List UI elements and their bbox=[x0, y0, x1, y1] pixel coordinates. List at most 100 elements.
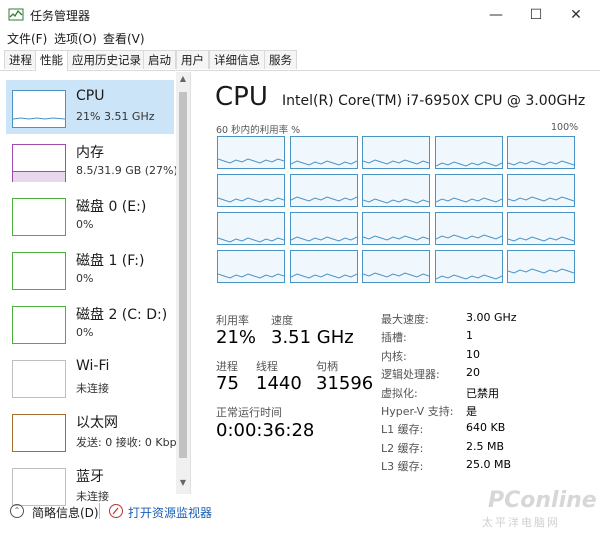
cpu-core-graph bbox=[217, 174, 285, 207]
sidebar-item-label: 以太网 bbox=[76, 415, 118, 431]
cpu-core-graph bbox=[290, 212, 358, 245]
spec-label: L1 缓存: bbox=[381, 423, 424, 437]
sidebar-item-value: 8.5/31.9 GB (27%) bbox=[76, 164, 178, 177]
sidebar-item-label: 内存 bbox=[76, 145, 104, 161]
sidebar-item-label: 磁盘 1 (F:) bbox=[76, 253, 145, 269]
pconline-watermark-sub: 太平洋电脑网 bbox=[482, 516, 560, 529]
spec-label: 内核: bbox=[381, 349, 407, 363]
cpu-core-graph bbox=[507, 212, 575, 245]
spec-label: Hyper-V 支持: bbox=[381, 405, 454, 418]
sidebar-item-value: 0% bbox=[76, 218, 94, 231]
spec-value: 640 KB bbox=[466, 421, 506, 435]
cpu-core-graph bbox=[217, 212, 285, 245]
window-title: 任务管理器 bbox=[30, 9, 91, 23]
sidebar-item-value: 发送: 0 接收: 0 Kbps bbox=[76, 436, 183, 449]
graph-max-label: 100% bbox=[551, 122, 579, 133]
cpu-core-graph bbox=[362, 174, 430, 207]
processes-value: 75 bbox=[216, 373, 239, 394]
cpu-core-graph bbox=[362, 212, 430, 245]
tab-performance[interactable]: 性能 bbox=[35, 50, 68, 71]
sidebar-item-value: 0% bbox=[76, 326, 94, 339]
maximize-icon: ☐ bbox=[529, 7, 543, 23]
page-title: CPU bbox=[215, 82, 268, 112]
sidebar-item-thumbnail-graph bbox=[12, 414, 66, 452]
sidebar-item[interactable]: 磁盘 1 (F:) 0% bbox=[6, 242, 174, 296]
spec-label: L2 缓存: bbox=[381, 441, 424, 455]
sidebar-item-label: 蓝牙 bbox=[76, 469, 104, 485]
cpu-core-graph bbox=[507, 250, 575, 283]
cpu-core-graph bbox=[362, 250, 430, 283]
tab-processes[interactable]: 进程 bbox=[4, 50, 37, 69]
spec-value: 是 bbox=[466, 405, 477, 418]
sidebar-item-value: 0% bbox=[76, 272, 94, 285]
speed-label: 速度 bbox=[271, 314, 293, 327]
menu-view[interactable]: 查看(V) bbox=[103, 30, 145, 47]
spec-value: 25.0 MB bbox=[466, 458, 512, 472]
cpu-core-graph bbox=[435, 250, 503, 283]
sidebar-item-label: CPU bbox=[76, 88, 105, 104]
tab-startup[interactable]: 启动 bbox=[143, 50, 176, 69]
close-icon: ✕ bbox=[570, 7, 582, 23]
menu-options[interactable]: 选项(O) bbox=[54, 30, 97, 47]
sidebar-item[interactable]: 磁盘 2 (C: D:) 0% bbox=[6, 296, 174, 350]
spec-value: 20 bbox=[466, 366, 480, 380]
sidebar-item-thumbnail-graph bbox=[12, 144, 66, 182]
cpu-core-graph bbox=[217, 136, 285, 169]
spec-value: 2.5 MB bbox=[466, 439, 505, 453]
cpu-core-graph bbox=[435, 136, 503, 169]
spec-label: 插槽: bbox=[381, 331, 407, 345]
maximize-button[interactable]: ☐ bbox=[516, 0, 556, 30]
cpu-core-graph bbox=[435, 174, 503, 207]
sidebar-item-thumbnail-graph bbox=[12, 360, 66, 398]
processes-label: 进程 bbox=[216, 360, 238, 373]
handles-value: 31596 bbox=[316, 373, 374, 394]
spec-label: L3 缓存: bbox=[381, 460, 424, 474]
cpu-core-graph bbox=[507, 174, 575, 207]
open-resource-monitor-link[interactable]: 打开资源监视器 bbox=[128, 504, 212, 521]
sidebar-item-thumbnail-graph bbox=[12, 252, 66, 290]
tab-services[interactable]: 服务 bbox=[264, 50, 297, 69]
sidebar-item[interactable]: 内存 8.5/31.9 GB (27%) bbox=[6, 134, 178, 188]
sidebar-item-thumbnail-graph bbox=[12, 198, 66, 236]
tab-app-history[interactable]: 应用历史记录 bbox=[67, 50, 146, 69]
sidebar-item-thumbnail-graph bbox=[12, 90, 66, 128]
scroll-up-arrow-icon[interactable]: ▲ bbox=[177, 74, 189, 83]
sidebar-item[interactable]: Wi-Fi 未连接 bbox=[6, 350, 174, 404]
sidebar-item[interactable]: 以太网发送: 0 接收: 0 Kbps bbox=[6, 404, 182, 458]
utilization-value: 21% bbox=[216, 327, 257, 348]
cpu-core-graph bbox=[290, 250, 358, 283]
tab-details[interactable]: 详细信息 bbox=[209, 50, 265, 69]
task-manager-app-icon bbox=[8, 7, 24, 23]
footer-divider bbox=[99, 503, 100, 519]
cpu-core-graph bbox=[507, 136, 575, 169]
spec-label: 最大速度: bbox=[381, 313, 429, 326]
tab-users[interactable]: 用户 bbox=[176, 50, 209, 69]
graph-caption: 60 秒内的利用率 % bbox=[216, 125, 301, 136]
minimize-button[interactable]: — bbox=[476, 0, 516, 30]
spec-value: 10 bbox=[466, 347, 480, 361]
cpu-model-name: Intel(R) Core(TM) i7-6950X CPU @ 3.00GHz bbox=[282, 93, 586, 109]
menu-file[interactable]: 文件(F) bbox=[7, 30, 47, 47]
threads-value: 1440 bbox=[256, 373, 302, 394]
scrollbar-thumb[interactable] bbox=[179, 92, 187, 458]
uptime-value: 0:00:36:28 bbox=[216, 420, 315, 441]
sidebar-item-thumbnail-graph bbox=[12, 306, 66, 344]
sidebar-item[interactable]: 磁盘 0 (E:) 0% bbox=[6, 188, 174, 242]
cpu-core-graph bbox=[435, 212, 503, 245]
threads-label: 线程 bbox=[256, 360, 278, 373]
sidebar-item[interactable]: CPU 21% 3.51 GHz bbox=[6, 80, 174, 134]
spec-value: 3.00 GHz bbox=[466, 311, 517, 324]
brief-info-button[interactable]: 简略信息(D) bbox=[32, 504, 99, 521]
sidebar-item-value: 21% 3.51 GHz bbox=[76, 110, 155, 123]
chevron-up-icon[interactable]: ⌃ bbox=[10, 504, 24, 518]
sidebar-item-label: 磁盘 2 (C: D:) bbox=[76, 307, 168, 323]
uptime-label: 正常运行时间 bbox=[216, 406, 282, 419]
minimize-icon: — bbox=[489, 7, 503, 23]
resource-monitor-icon[interactable] bbox=[109, 504, 123, 518]
close-button[interactable]: ✕ bbox=[556, 0, 596, 30]
scroll-down-arrow-icon[interactable]: ▼ bbox=[177, 478, 189, 487]
cpu-core-graph bbox=[362, 136, 430, 169]
sidebar-item-label: Wi-Fi bbox=[76, 358, 110, 374]
spec-value: 已禁用 bbox=[466, 386, 499, 400]
cpu-core-graph bbox=[217, 250, 285, 283]
